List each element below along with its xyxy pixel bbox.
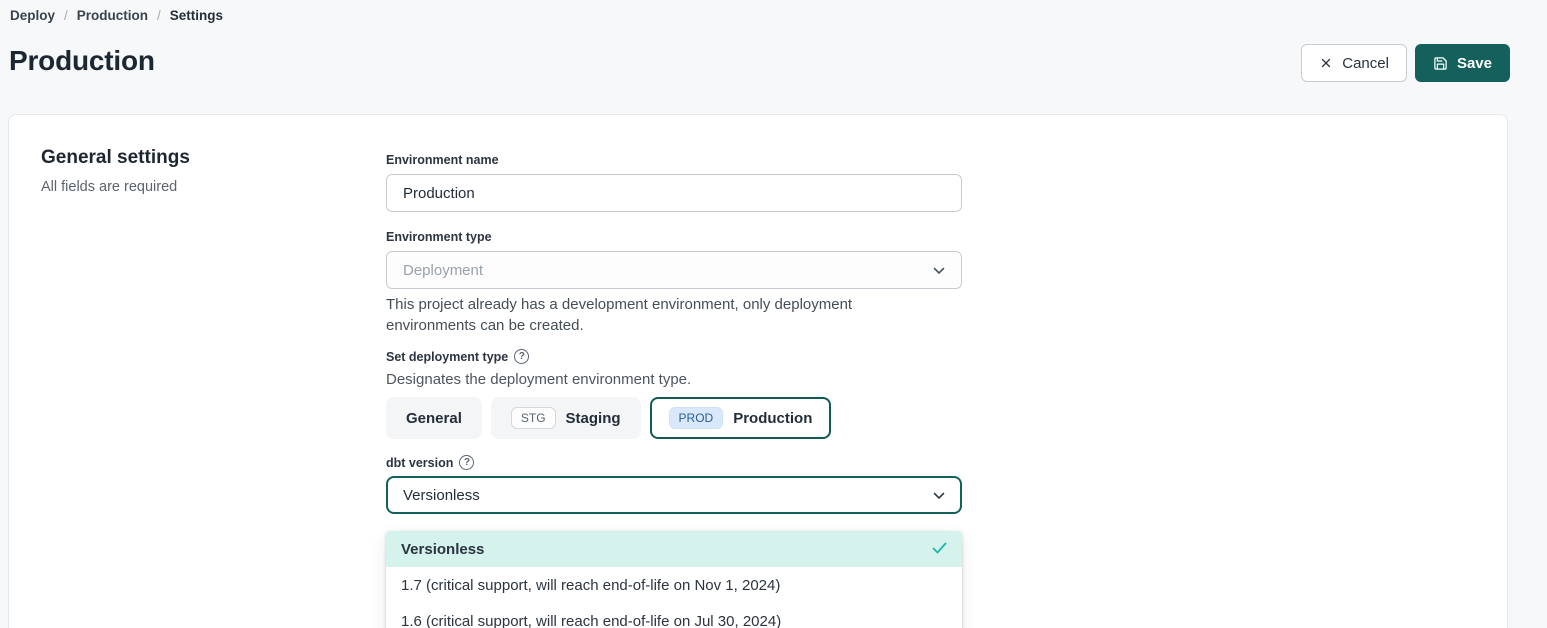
chevron-down-icon	[933, 262, 945, 279]
cancel-button[interactable]: Cancel	[1301, 44, 1407, 82]
dropdown-option-1-7[interactable]: 1.7 (critical support, will reach end-of…	[386, 567, 962, 603]
general-settings-card: General settings All fields are required…	[8, 114, 1508, 628]
deployment-option-general-label: General	[406, 410, 462, 427]
deployment-type-description: Designates the deployment environment ty…	[386, 371, 691, 388]
help-icon[interactable]: ?	[459, 455, 474, 470]
breadcrumb-separator: /	[64, 8, 68, 23]
deployment-option-staging-label: Staging	[566, 410, 621, 427]
breadcrumb-production[interactable]: Production	[77, 8, 148, 23]
cancel-button-label: Cancel	[1342, 55, 1389, 72]
help-icon[interactable]: ?	[514, 349, 529, 364]
dbt-version-value: Versionless	[403, 487, 480, 504]
dbt-version-label: dbt version ?	[386, 455, 474, 470]
check-icon	[932, 541, 947, 558]
deployment-type-options: General STG Staging PROD Production	[386, 397, 831, 439]
section-subtitle: All fields are required	[41, 179, 177, 195]
dbt-version-dropdown: Versionless 1.7 (critical support, will …	[386, 531, 962, 628]
environment-type-helper-text: This project already has a development e…	[386, 295, 938, 336]
breadcrumb-settings: Settings	[170, 8, 223, 23]
environment-name-input[interactable]: Production	[386, 174, 962, 212]
environment-type-value: Deployment	[403, 262, 483, 279]
section-title: General settings	[41, 147, 190, 169]
deployment-option-general[interactable]: General	[386, 397, 482, 439]
header-actions: Cancel Save	[1301, 44, 1510, 82]
save-icon	[1433, 56, 1448, 71]
breadcrumb-deploy[interactable]: Deploy	[10, 8, 55, 23]
environment-type-select[interactable]: Deployment	[386, 251, 962, 289]
deployment-option-production[interactable]: PROD Production	[650, 397, 832, 439]
breadcrumb: Deploy / Production / Settings	[10, 8, 223, 23]
prod-badge: PROD	[669, 407, 724, 429]
deployment-type-label: Set deployment type ?	[386, 349, 529, 364]
deployment-option-staging[interactable]: STG Staging	[491, 397, 641, 439]
save-button[interactable]: Save	[1415, 44, 1510, 82]
dbt-version-select[interactable]: Versionless	[386, 476, 962, 514]
environment-name-value: Production	[403, 185, 475, 202]
save-button-label: Save	[1457, 55, 1492, 72]
environment-settings-page: Deploy / Production / Settings Productio…	[0, 0, 1547, 628]
chevron-down-icon	[933, 487, 945, 504]
environment-type-label: Environment type	[386, 230, 492, 244]
close-icon	[1319, 56, 1333, 70]
dropdown-option-1-6[interactable]: 1.6 (critical support, will reach end-of…	[386, 603, 962, 628]
deployment-option-production-label: Production	[733, 410, 812, 427]
dropdown-option-versionless[interactable]: Versionless	[386, 531, 962, 567]
stg-badge: STG	[511, 407, 556, 429]
page-title: Production	[9, 45, 155, 77]
environment-name-label: Environment name	[386, 153, 499, 167]
breadcrumb-separator: /	[157, 8, 161, 23]
